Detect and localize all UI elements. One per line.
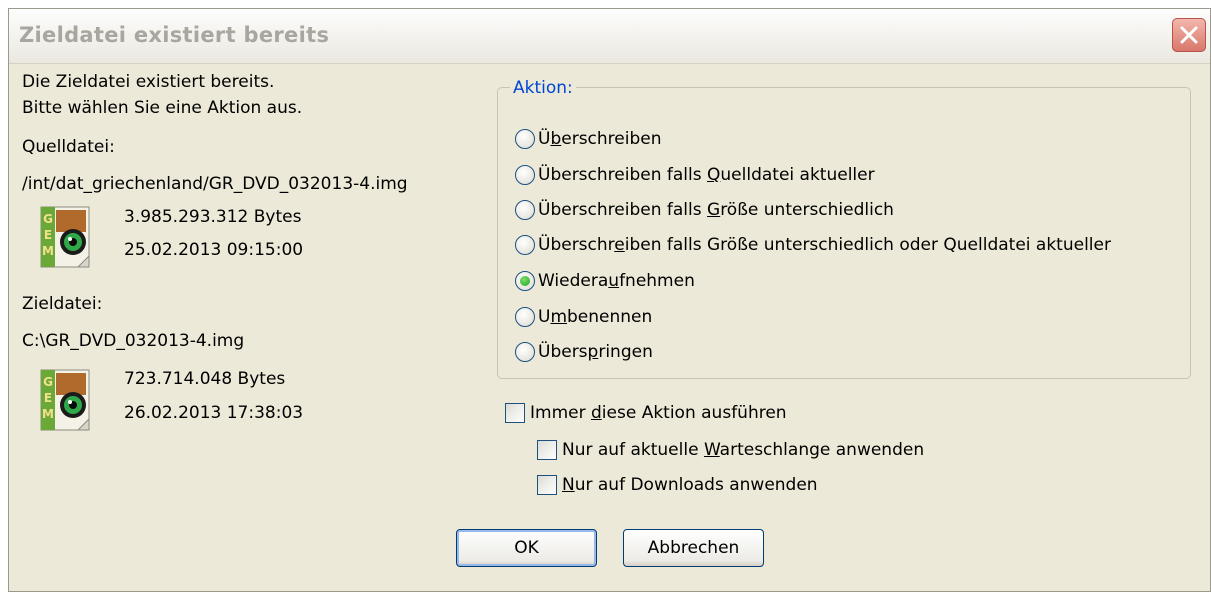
action-group-legend: Aktion: — [510, 78, 576, 98]
source-size: 3.985.293.312 Bytes — [124, 207, 302, 227]
source-path: /int/dat_griechenland/GR_DVD_032013-4.im… — [22, 174, 408, 194]
close-button[interactable] — [1172, 18, 1206, 52]
radio-overwrite[interactable]: Überschreiben — [515, 126, 662, 152]
message-line-1: Die Zieldatei existiert bereits. — [22, 72, 275, 92]
radio-label: Überschreiben falls Größe unterschiedlic… — [538, 200, 894, 220]
radio-label: Umbenennen — [538, 307, 653, 327]
gem-file-icon: G E M — [40, 206, 90, 268]
svg-text:E: E — [44, 228, 52, 242]
target-path: C:\GR_DVD_032013-4.img — [22, 331, 245, 351]
always-do-this-checkbox[interactable]: Immer diese Aktion ausführen — [505, 400, 787, 426]
radio-button[interactable] — [515, 200, 535, 220]
checkbox-label: Nur auf Downloads anwenden — [562, 475, 818, 495]
radio-label: Überschreiben falls Quelldatei aktueller — [538, 165, 875, 185]
svg-text:G: G — [43, 375, 53, 389]
source-label: Quelldatei: — [22, 137, 115, 157]
cancel-button[interactable]: Abbrechen — [623, 529, 764, 567]
checkbox[interactable] — [537, 440, 557, 460]
checkbox[interactable] — [505, 403, 525, 423]
radio-overwrite-if-size-differs[interactable]: Überschreiben falls Größe unterschiedlic… — [515, 197, 894, 223]
radio-label: Überschreiben falls Größe unterschiedlic… — [538, 235, 1111, 255]
source-date: 25.02.2013 09:15:00 — [124, 240, 304, 260]
radio-label: Wiederaufnehmen — [538, 271, 695, 291]
checkbox-label: Nur auf aktuelle Warteschlange anwenden — [562, 440, 925, 460]
title-bar: Zieldatei existiert bereits — [9, 9, 1210, 64]
target-size: 723.714.048 Bytes — [124, 369, 286, 389]
radio-button[interactable] — [515, 342, 535, 362]
downloads-only-checkbox[interactable]: Nur auf Downloads anwenden — [537, 472, 818, 498]
radio-resume[interactable]: Wiederaufnehmen — [515, 268, 695, 294]
radio-skip[interactable]: Überspringen — [515, 339, 653, 365]
message-line-2: Bitte wählen Sie eine Aktion aus. — [22, 98, 303, 118]
svg-text:G: G — [43, 212, 53, 226]
checkbox-label: Immer diese Aktion ausführen — [530, 403, 787, 423]
radio-button[interactable] — [515, 235, 535, 255]
radio-overwrite-if-newer[interactable]: Überschreiben falls Quelldatei aktueller — [515, 162, 875, 188]
radio-button[interactable] — [515, 129, 535, 149]
current-queue-only-checkbox[interactable]: Nur auf aktuelle Warteschlange anwenden — [537, 437, 924, 463]
radio-rename[interactable]: Umbenennen — [515, 304, 652, 330]
dialog-title: Zieldatei existiert bereits — [19, 23, 330, 47]
svg-text:M: M — [42, 407, 54, 421]
radio-label: Überschreiben — [538, 129, 662, 149]
close-x-icon — [1180, 26, 1198, 44]
svg-text:E: E — [44, 391, 52, 405]
radio-overwrite-if-size-differs-or-newer[interactable]: Überschreiben falls Größe unterschiedlic… — [515, 232, 1111, 258]
ok-button[interactable]: OK — [456, 529, 597, 567]
radio-button-selected[interactable] — [515, 271, 535, 291]
radio-label: Überspringen — [538, 342, 653, 362]
radio-button[interactable] — [515, 307, 535, 327]
radio-selected-dot — [520, 276, 530, 286]
radio-button[interactable] — [515, 165, 535, 185]
gem-file-icon: G E M — [40, 369, 90, 431]
target-label: Zieldatei: — [22, 294, 103, 314]
checkbox[interactable] — [537, 475, 557, 495]
target-date: 26.02.2013 17:38:03 — [124, 403, 304, 423]
svg-text:M: M — [42, 244, 54, 258]
